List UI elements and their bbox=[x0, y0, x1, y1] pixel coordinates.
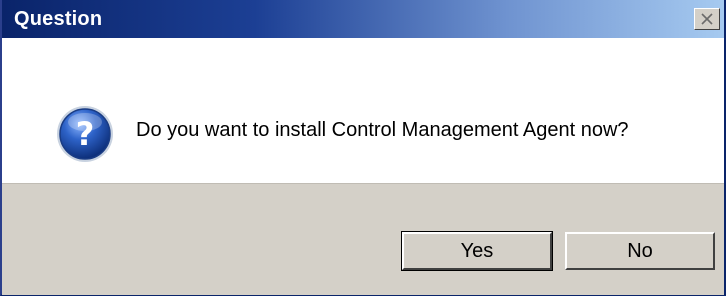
question-icon: ? bbox=[57, 106, 113, 162]
svg-text:?: ? bbox=[76, 115, 95, 153]
close-button[interactable] bbox=[694, 8, 720, 30]
dialog-content: ? Do you want to install Control Managem… bbox=[2, 38, 724, 183]
yes-button[interactable]: Yes bbox=[401, 231, 553, 271]
no-button[interactable]: No bbox=[565, 232, 715, 270]
title-bar[interactable]: Question bbox=[2, 0, 724, 38]
window-title: Question bbox=[14, 7, 103, 30]
dialog-message: Do you want to install Control Managemen… bbox=[136, 119, 629, 141]
question-dialog: Question ? Do you want to install Contro… bbox=[0, 0, 726, 296]
close-icon bbox=[701, 13, 713, 25]
button-bar: Yes No bbox=[2, 183, 724, 295]
